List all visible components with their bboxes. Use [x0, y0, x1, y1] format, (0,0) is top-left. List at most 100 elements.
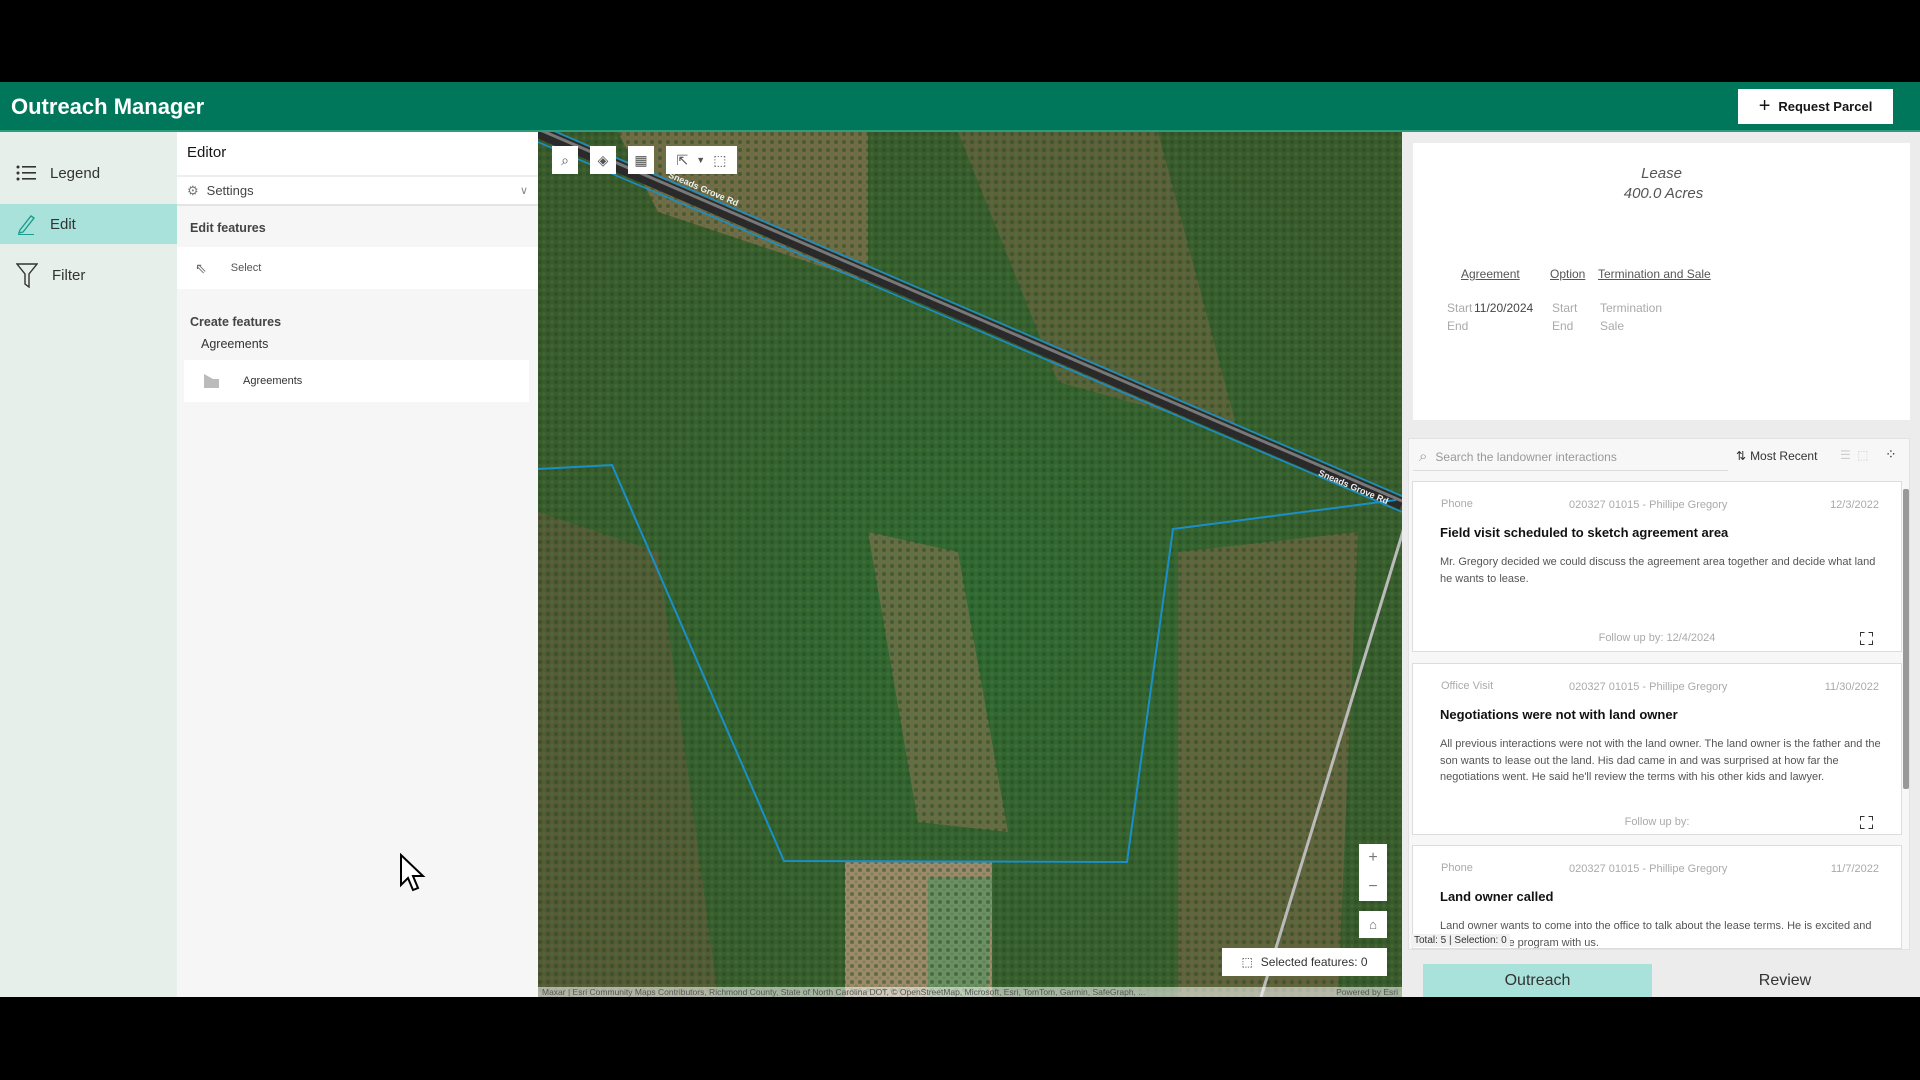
selection-icon: ⬚ [1241, 955, 1253, 969]
template-label: Agreements [243, 375, 303, 387]
lease-type: Lease [1641, 165, 1682, 182]
map-attribution: Maxar | Esri Community Maps Contributors… [538, 987, 1402, 997]
select-tool[interactable]: ⇖ Select [177, 247, 538, 289]
clear-selection-icon: ⬚ [713, 151, 727, 168]
interaction-date: 12/3/2022 [1830, 499, 1879, 511]
clear-selection-icon[interactable]: ⬚ [1857, 448, 1868, 462]
pointer-icon: ⇖ [195, 259, 207, 276]
interaction-type: Office Visit [1441, 680, 1494, 692]
attribution-text: Maxar | Esri Community Maps Contributors… [542, 987, 1146, 997]
layers-button[interactable]: ◈ [590, 146, 616, 174]
lease-acres: 400.0 Acres [1623, 185, 1704, 202]
editor-panel: Editor ⚙ Settings ∨ Edit features ⇖ Sele… [177, 132, 538, 997]
interaction-title: Field visit scheduled to sketch agreemen… [1440, 525, 1729, 540]
basemap-gallery-button[interactable]: ▦ [628, 146, 654, 174]
list-icon [16, 165, 36, 181]
sidebar-nav: Legend Edit Filter [0, 132, 177, 997]
interaction-card[interactable]: Office Visit 020327 01015 - Phillipe Gre… [1412, 663, 1902, 835]
right-panel: Lease 400.0 Acres Agreement Option Termi… [1402, 132, 1920, 997]
total-selection-count: Total: 5 | Selection: 0 [1411, 934, 1510, 947]
parcel-owner: 020327 01015 - Phillipe Gregory [1569, 863, 1728, 875]
request-parcel-button[interactable]: + Request Parcel [1738, 89, 1893, 124]
agreement-start-label: Start [1447, 301, 1473, 315]
select-tool-button[interactable]: ⇱ ▼ ⬚ [666, 146, 737, 174]
interaction-title: Land owner called [1440, 889, 1554, 904]
powered-by[interactable]: Powered by Esri [1336, 987, 1398, 997]
search-input[interactable]: ⌕ Search the landowner interactions [1413, 443, 1728, 471]
parcel-owner: 020327 01015 - Phillipe Gregory [1569, 499, 1728, 511]
interaction-body: Mr. Gregory decided we could discuss the… [1440, 556, 1876, 585]
selected-features-label: Selected features: 0 [1260, 955, 1368, 969]
option-end-label: End [1552, 319, 1574, 333]
agreement-start-value: 11/20/2024 [1474, 301, 1534, 315]
tab-outreach[interactable]: Outreach [1423, 964, 1652, 997]
list-scrollbar[interactable] [1903, 489, 1909, 789]
termination-sale-link[interactable]: Termination and Sale [1598, 267, 1711, 281]
agreement-link[interactable]: Agreement [1461, 267, 1520, 281]
nav-label: Edit [50, 215, 76, 233]
interaction-type: Phone [1441, 498, 1473, 510]
interaction-card[interactable]: Phone 020327 01015 - Phillipe Gregory 12… [1412, 481, 1902, 652]
nav-item-legend[interactable]: Legend [0, 153, 177, 193]
nav-item-filter[interactable]: Filter [0, 255, 177, 295]
zoom-out-button[interactable]: − [1359, 873, 1387, 902]
gear-icon: ⚙ [187, 182, 199, 198]
layers-icon: ◈ [597, 151, 609, 168]
sort-icon: ⇅ [1736, 449, 1747, 463]
select-pointer-icon: ⇱ [676, 151, 689, 168]
map-view[interactable]: Sneads Grove Rd Sneads Grove Rd ⌕ ◈ ▦ ⇱ ▼… [538, 132, 1402, 997]
chevron-down-icon: ∨ [519, 185, 528, 197]
search-map-button[interactable]: ⌕ [552, 146, 578, 174]
interaction-type: Phone [1441, 862, 1473, 874]
selected-features-indicator[interactable]: ⬚ Selected features: 0 [1222, 948, 1387, 976]
request-parcel-label: Request Parcel [1778, 99, 1873, 114]
option-start-label: Start [1552, 301, 1578, 315]
interaction-date: 11/7/2022 [1830, 863, 1879, 875]
parcel-owner: 020327 01015 - Phillipe Gregory [1569, 681, 1728, 693]
grid-icon: ▦ [634, 151, 648, 168]
filter-icon [16, 263, 38, 288]
option-link[interactable]: Option [1550, 267, 1585, 281]
interaction-body: All previous interactions were not with … [1440, 738, 1881, 783]
layer-group-label: Agreements [201, 337, 269, 351]
select-all-icon[interactable]: ☰ [1840, 448, 1851, 462]
nav-item-edit[interactable]: Edit [0, 204, 177, 244]
tab-review[interactable]: Review [1670, 964, 1900, 997]
follow-up: Follow up by: [1624, 816, 1690, 828]
sort-label: Most Recent [1750, 449, 1818, 463]
plus-icon: + [1758, 95, 1771, 117]
edit-features-heading: Edit features [190, 221, 266, 235]
zoom-in-button[interactable]: + [1359, 844, 1387, 873]
app-title: Outreach Manager [11, 94, 205, 119]
nav-label: Filter [52, 266, 86, 284]
search-placeholder: Search the landowner interactions [1435, 449, 1617, 464]
settings-expander[interactable]: ⚙ Settings ∨ [177, 175, 538, 206]
sale-label: Sale [1600, 319, 1625, 333]
editor-title: Editor [187, 144, 227, 161]
interaction-title: Negotiations were not with land owner [1440, 707, 1678, 722]
home-button[interactable]: ⌂ [1359, 911, 1387, 938]
search-icon: ⌕ [561, 151, 569, 168]
create-features-heading: Create features [190, 315, 282, 329]
settings-label: Settings [206, 183, 254, 198]
zoom-control: + − [1359, 844, 1387, 901]
create-agreement-template[interactable]: Agreements [184, 360, 529, 402]
polygon-symbol-icon [204, 374, 219, 388]
termination-label: Termination [1600, 301, 1663, 315]
interactions-list: ⌕ Search the landowner interactions ⇅ Mos… [1408, 438, 1910, 950]
interaction-date: 11/30/2022 [1824, 681, 1879, 693]
agreement-end-label: End [1447, 319, 1469, 333]
lease-summary-card: Lease 400.0 Acres Agreement Option Termi… [1413, 143, 1910, 420]
grid-view-icon[interactable]: ⁘ [1885, 446, 1897, 463]
follow-up: Follow up by: 12/4/2024 [1598, 632, 1716, 644]
mouse-cursor-icon [400, 853, 426, 892]
select-label: Select [230, 262, 262, 274]
pencil-icon [17, 215, 36, 235]
sort-button[interactable]: ⇅ Most Recent [1736, 449, 1817, 463]
satellite-basemap [538, 132, 1402, 997]
app-header: Outreach Manager + Request Parcel [0, 82, 1920, 132]
nav-label: Legend [50, 164, 101, 182]
search-icon: ⌕ [1419, 448, 1428, 465]
caret-down-icon: ▼ [696, 155, 706, 165]
home-icon: ⌂ [1369, 917, 1377, 932]
